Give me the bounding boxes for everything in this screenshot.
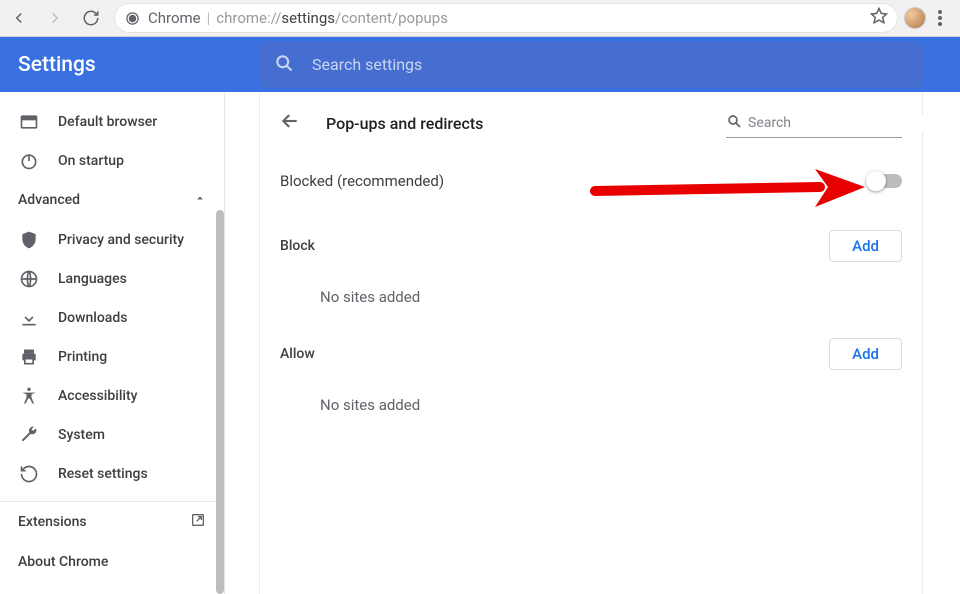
extensions-label: Extensions (18, 514, 87, 530)
nav-buttons (0, 7, 110, 29)
sidebar: Default browser On startup Advanced Priv… (0, 92, 225, 594)
reload-icon[interactable] (80, 7, 102, 29)
allow-section-header: Allow Add (280, 338, 902, 370)
sidebar-item-downloads[interactable]: Downloads (0, 298, 224, 337)
sidebar-item-reset[interactable]: Reset settings (0, 454, 224, 493)
sidebar-item-label: Default browser (58, 114, 157, 130)
blocked-label: Blocked (recommended) (280, 172, 444, 190)
settings-search-input[interactable] (312, 55, 923, 74)
shield-icon (18, 229, 40, 251)
sidebar-item-label: On startup (58, 153, 124, 169)
sidebar-item-label: Accessibility (58, 388, 137, 404)
blocked-toggle[interactable] (868, 174, 902, 188)
settings-header: Settings (0, 37, 960, 92)
settings-panel: Pop-ups and redirects Blocked (recommend… (259, 92, 923, 594)
site-icon (124, 10, 140, 26)
omnibox-url-suffix: /content/popups (335, 9, 448, 27)
back-icon[interactable] (8, 7, 30, 29)
forward-icon[interactable] (44, 7, 66, 29)
sidebar-item-extensions[interactable]: Extensions (0, 502, 224, 542)
search-icon (274, 53, 298, 77)
omnibox-url-prefix: chrome:// (216, 9, 281, 27)
sidebar-item-default-browser[interactable]: Default browser (0, 102, 224, 141)
sidebar-item-on-startup[interactable]: On startup (0, 141, 224, 180)
sidebar-item-label: Reset settings (58, 466, 148, 482)
omnibox[interactable]: Chrome | chrome://settings/content/popup… (114, 3, 898, 33)
sidebar-item-accessibility[interactable]: Accessibility (0, 376, 224, 415)
sidebar-item-label: Languages (58, 271, 127, 287)
settings-search[interactable] (260, 42, 923, 88)
block-label: Block (280, 238, 315, 254)
download-icon (18, 307, 40, 329)
allow-label: Allow (280, 346, 315, 362)
browser-chrome: Chrome | chrome://settings/content/popup… (0, 0, 960, 37)
accessibility-icon (18, 385, 40, 407)
sidebar-scrollbar[interactable] (216, 210, 224, 594)
sidebar-advanced-toggle[interactable]: Advanced (0, 180, 224, 220)
star-icon[interactable] (870, 7, 888, 29)
panel-title: Pop-ups and redirects (326, 114, 483, 133)
advanced-label: Advanced (18, 192, 80, 208)
panel-search[interactable] (726, 108, 902, 138)
panel-search-input[interactable] (748, 115, 926, 131)
power-icon (18, 150, 40, 172)
wrench-icon (18, 424, 40, 446)
sidebar-item-privacy[interactable]: Privacy and security (0, 220, 224, 259)
search-icon (726, 113, 742, 133)
window-icon (18, 111, 40, 133)
globe-icon (18, 268, 40, 290)
sidebar-item-printing[interactable]: Printing (0, 337, 224, 376)
add-allow-button[interactable]: Add (829, 338, 902, 370)
toggle-knob (866, 171, 886, 191)
omnibox-url-bold: settings (281, 9, 335, 27)
content-area: Pop-ups and redirects Blocked (recommend… (225, 92, 960, 594)
sidebar-item-label: Printing (58, 349, 107, 365)
omnibox-label: Chrome (148, 9, 201, 27)
about-label: About Chrome (18, 554, 108, 570)
sidebar-item-label: System (58, 427, 105, 443)
blocked-row: Blocked (recommended) (280, 154, 902, 208)
printer-icon (18, 346, 40, 368)
avatar[interactable] (904, 7, 926, 29)
allow-empty-message: No sites added (280, 370, 902, 424)
panel-header: Pop-ups and redirects (280, 92, 902, 154)
chevron-up-icon (194, 192, 206, 208)
sidebar-item-label: Privacy and security (58, 232, 184, 248)
omnibox-separator: | (207, 9, 211, 27)
sidebar-item-languages[interactable]: Languages (0, 259, 224, 298)
sidebar-item-system[interactable]: System (0, 415, 224, 454)
app-name: Settings (0, 53, 260, 77)
block-section-header: Block Add (280, 230, 902, 262)
external-icon (190, 512, 206, 532)
sidebar-item-about[interactable]: About Chrome (0, 542, 224, 582)
back-arrow-icon[interactable] (280, 111, 300, 135)
sidebar-item-label: Downloads (58, 310, 127, 326)
restore-icon (18, 463, 40, 485)
content-columns: Default browser On startup Advanced Priv… (0, 92, 960, 594)
add-block-button[interactable]: Add (829, 230, 902, 262)
block-empty-message: No sites added (280, 262, 902, 316)
kebab-menu-icon[interactable] (928, 6, 952, 30)
